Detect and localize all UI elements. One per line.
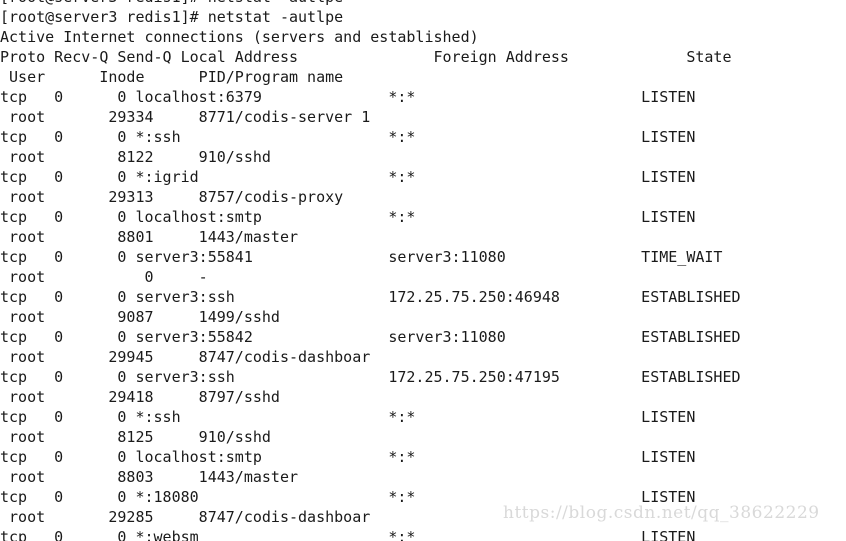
terminal-line-header-primary: Proto Recv-Q Send-Q Local Address Foreig…: [0, 48, 732, 66]
terminal-row-connection: tcp 0 0 localhost:6379 *:* LISTEN: [0, 88, 696, 106]
terminal-row-process: root 29334 8771/codis-server 1: [0, 108, 371, 126]
terminal-row-connection: tcp 0 0 *:igrid *:* LISTEN: [0, 168, 696, 186]
terminal-row-connection: tcp 0 0 localhost:smtp *:* LISTEN: [0, 448, 696, 466]
terminal-row-process: root 8122 910/sshd: [0, 148, 271, 166]
terminal-row-process: root 29285 8747/codis-dashboar: [0, 508, 371, 526]
terminal-window[interactable]: [root@server3 redis1]# netstat -autlpe[r…: [0, 0, 846, 541]
terminal-row-connection: tcp 0 0 localhost:smtp *:* LISTEN: [0, 208, 696, 226]
terminal-row-connection: tcp 0 0 server3:ssh 172.25.75.250:47195 …: [0, 368, 741, 386]
terminal-row-process: root 8801 1443/master: [0, 228, 299, 246]
terminal-line-prompt: [root@server3 redis1]# netstat -autlpe: [0, 8, 344, 26]
terminal-row-connection: tcp 0 0 server3:ssh 172.25.75.250:46948 …: [0, 288, 741, 306]
terminal-row-connection: tcp 0 0 server3:55841 server3:11080 TIME…: [0, 248, 723, 266]
terminal-row-process: root 8803 1443/master: [0, 468, 299, 486]
terminal-row-connection: tcp 0 0 *:websm *:* LISTEN: [0, 528, 696, 541]
terminal-row-process: root 29945 8747/codis-dashboar: [0, 348, 371, 366]
terminal-row-connection: tcp 0 0 *:ssh *:* LISTEN: [0, 128, 696, 146]
terminal-row-connection: tcp 0 0 *:ssh *:* LISTEN: [0, 408, 696, 426]
terminal-line-partial-top: [root@server3 redis1]# netstat -autlpe: [0, 0, 846, 7]
terminal-row-process: root 29418 8797/sshd: [0, 388, 280, 406]
terminal-row-connection: tcp 0 0 *:18080 *:* LISTEN: [0, 488, 696, 506]
terminal-row-process: root 9087 1499/sshd: [0, 308, 280, 326]
terminal-output[interactable]: [root@server3 redis1]# netstat -autlpe[r…: [0, 0, 846, 541]
terminal-row-process: root 29313 8757/codis-proxy: [0, 188, 344, 206]
terminal-row-process: root 0 -: [0, 268, 208, 286]
terminal-row-process: root 8125 910/sshd: [0, 428, 271, 446]
terminal-row-connection: tcp 0 0 server3:55842 server3:11080 ESTA…: [0, 328, 741, 346]
terminal-line-header-secondary: User Inode PID/Program name: [0, 68, 344, 86]
terminal-line-banner: Active Internet connections (servers and…: [0, 28, 479, 46]
